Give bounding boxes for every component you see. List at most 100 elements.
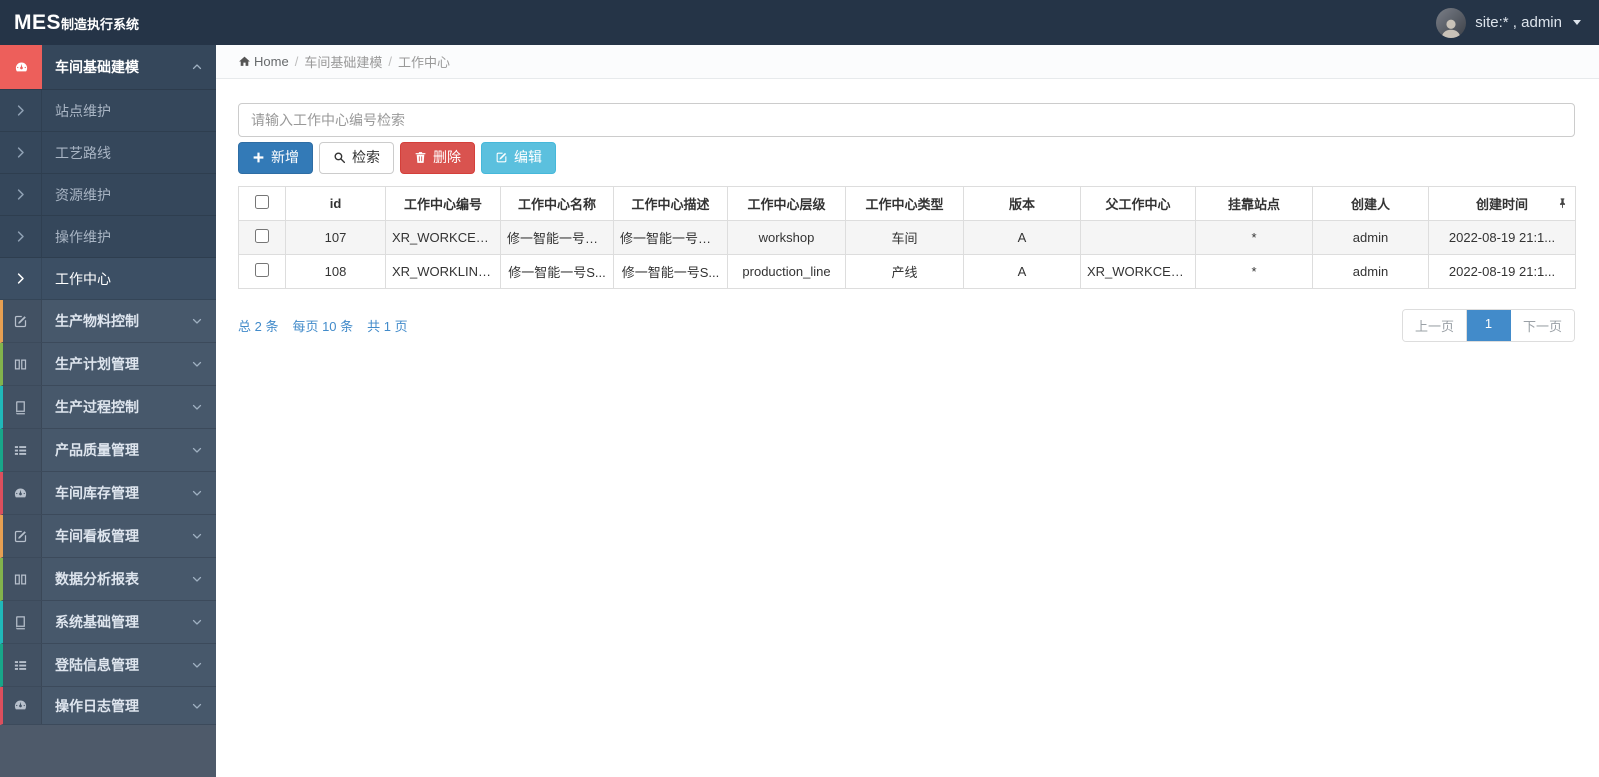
user-menu[interactable]: site:* , admin [1436, 7, 1581, 38]
brand-mes: MES [14, 10, 62, 34]
sidebar-item-kanban-management[interactable]: 车间看板管理 [0, 515, 216, 558]
cell-level: production_line [727, 253, 846, 289]
cell-type: 产线 [845, 253, 964, 289]
sidebar-item-resource-maintenance[interactable]: 资源维护 [0, 174, 216, 216]
sidebar-item-label: 登陆信息管理 [55, 657, 139, 673]
row-checkbox[interactable] [255, 228, 269, 243]
edit-button[interactable]: 编辑 [481, 142, 556, 174]
search-input[interactable] [238, 103, 1575, 137]
breadcrumb-item[interactable]: 车间基础建模 [304, 52, 382, 71]
top-navbar: MES 制造执行系统 site:* , admin [0, 0, 1599, 45]
sidebar-item-label: 生产过程控制 [55, 399, 139, 415]
sidebar-item-label: 工艺路线 [55, 144, 111, 161]
cell-creator: admin [1312, 219, 1429, 255]
search-button[interactable]: 检索 [319, 142, 394, 174]
column-header-version: 版本 [963, 185, 1081, 221]
main-content: Home / 车间基础建模 / 工作中心 新增 检索 删除 编辑 [216, 45, 1599, 777]
chevron-right-icon [0, 174, 42, 215]
delete-button[interactable]: 删除 [400, 142, 475, 174]
edit-icon [495, 151, 508, 164]
gauge-icon [0, 687, 42, 724]
column-header-name: 工作中心名称 [500, 185, 614, 221]
chevron-right-icon [0, 216, 42, 257]
pin-icon[interactable] [1557, 198, 1568, 209]
sidebar-item-inventory-management[interactable]: 车间库存管理 [0, 472, 216, 515]
toolbar: 新增 检索 删除 编辑 [238, 142, 1575, 174]
add-button[interactable]: 新增 [238, 142, 313, 174]
breadcrumb-current: 工作中心 [397, 55, 450, 70]
breadcrumb-home-label: Home [254, 54, 289, 69]
sidebar-item-label: 生产物料控制 [55, 313, 139, 329]
sidebar-item-data-reports[interactable]: 数据分析报表 [0, 558, 216, 601]
user-label: site:* , admin [1475, 14, 1562, 31]
column-header-creator: 创建人 [1312, 185, 1429, 221]
sidebar-item-label: 产品质量管理 [55, 442, 139, 458]
row-checkbox[interactable] [255, 262, 269, 277]
table-row[interactable]: 107 XR_WORKCEN... 修一智能一号车间 修一智能一号车间 work… [238, 219, 1576, 255]
sidebar-item-label: 系统基础管理 [55, 614, 139, 630]
sidebar-group-workshop-modeling[interactable]: 车间基础建模 [0, 45, 216, 90]
sidebar-item-label: 站点维护 [55, 102, 111, 119]
chevron-up-icon [191, 61, 203, 73]
next-page-button[interactable]: 下一页 [1510, 309, 1574, 341]
chevron-down-icon [191, 401, 203, 413]
sidebar-item-label: 操作维护 [55, 228, 111, 245]
sidebar-item-label: 数据分析报表 [55, 571, 139, 587]
sidebar-item-quality-management[interactable]: 产品质量管理 [0, 429, 216, 472]
per-page-label: 每页 10 条 [292, 318, 354, 334]
sidebar-item-material-control[interactable]: 生产物料控制 [0, 300, 216, 343]
chevron-down-icon [191, 659, 203, 671]
sidebar: 车间基础建模 站点维护 工艺路线 资源维护 操作维护 工作中心 生产物料控制 生… [0, 45, 216, 777]
sidebar-item-process-control[interactable]: 生产过程控制 [0, 386, 216, 429]
add-button-label: 新增 [271, 149, 299, 165]
cell-parent: XR_WORKCEN... [1080, 253, 1196, 289]
cell-created-time: 2022-08-19 21:1... [1428, 253, 1576, 289]
cell-type: 车间 [845, 219, 964, 255]
cell-id: 107 [285, 219, 386, 255]
columns-icon [0, 343, 42, 385]
sidebar-item-production-plan[interactable]: 生产计划管理 [0, 343, 216, 386]
edit-square-icon [0, 300, 42, 342]
pagination: 上一页 1 下一页 [1401, 308, 1575, 342]
sidebar-item-process-route[interactable]: 工艺路线 [0, 132, 216, 174]
prev-page-button[interactable]: 上一页 [1402, 309, 1467, 341]
breadcrumb-separator: / [294, 54, 299, 69]
gauge-icon [0, 472, 42, 514]
book-icon [0, 386, 42, 428]
edit-button-label: 编辑 [514, 149, 542, 165]
cell-version: A [963, 219, 1081, 255]
column-header-site: 挂靠站点 [1195, 185, 1313, 221]
select-all-checkbox[interactable] [255, 194, 269, 209]
cell-level: workshop [727, 219, 846, 255]
page-count-label: 共 1 页 [367, 318, 408, 334]
chevron-down-icon [191, 573, 203, 585]
sidebar-item-login-info[interactable]: 登陆信息管理 [0, 644, 216, 687]
page-1-button[interactable]: 1 [1466, 309, 1511, 341]
edit-square-icon [0, 515, 42, 557]
cell-code: XR_WORKCEN... [385, 219, 501, 255]
sidebar-item-system-management[interactable]: 系统基础管理 [0, 601, 216, 644]
caret-down-icon [1573, 20, 1581, 25]
sidebar-item-work-center[interactable]: 工作中心 [0, 258, 216, 300]
sidebar-item-operation-maintenance[interactable]: 操作维护 [0, 216, 216, 258]
breadcrumb-home[interactable]: Home [238, 54, 289, 69]
table-row[interactable]: 108 XR_WORKLINE... 修一智能一号S... 修一智能一号S...… [238, 253, 1576, 289]
work-center-table: id 工作中心编号 工作中心名称 工作中心描述 工作中心层级 工作中心类型 版本… [238, 185, 1576, 289]
sidebar-item-site-maintenance[interactable]: 站点维护 [0, 90, 216, 132]
column-header-level: 工作中心层级 [727, 185, 846, 221]
sidebar-group-label: 车间基础建模 [55, 59, 139, 75]
header-checkbox-cell [238, 185, 286, 221]
chevron-right-icon [0, 132, 42, 173]
search-icon [333, 151, 346, 164]
brand-subtitle: 制造执行系统 [61, 16, 140, 32]
column-header-parent: 父工作中心 [1080, 185, 1196, 221]
chevron-down-icon [191, 530, 203, 542]
table-footer: 总 2 条 每页 10 条 共 1 页 上一页 1 下一页 [238, 308, 1575, 342]
breadcrumb: Home / 车间基础建模 / 工作中心 [216, 45, 1599, 79]
sidebar-item-operation-logs[interactable]: 操作日志管理 [0, 687, 216, 725]
chevron-down-icon [191, 444, 203, 456]
total-count-label: 总 2 条 [238, 318, 279, 334]
plus-icon [252, 151, 265, 164]
chevron-down-icon [191, 315, 203, 327]
cell-id: 108 [285, 253, 386, 289]
